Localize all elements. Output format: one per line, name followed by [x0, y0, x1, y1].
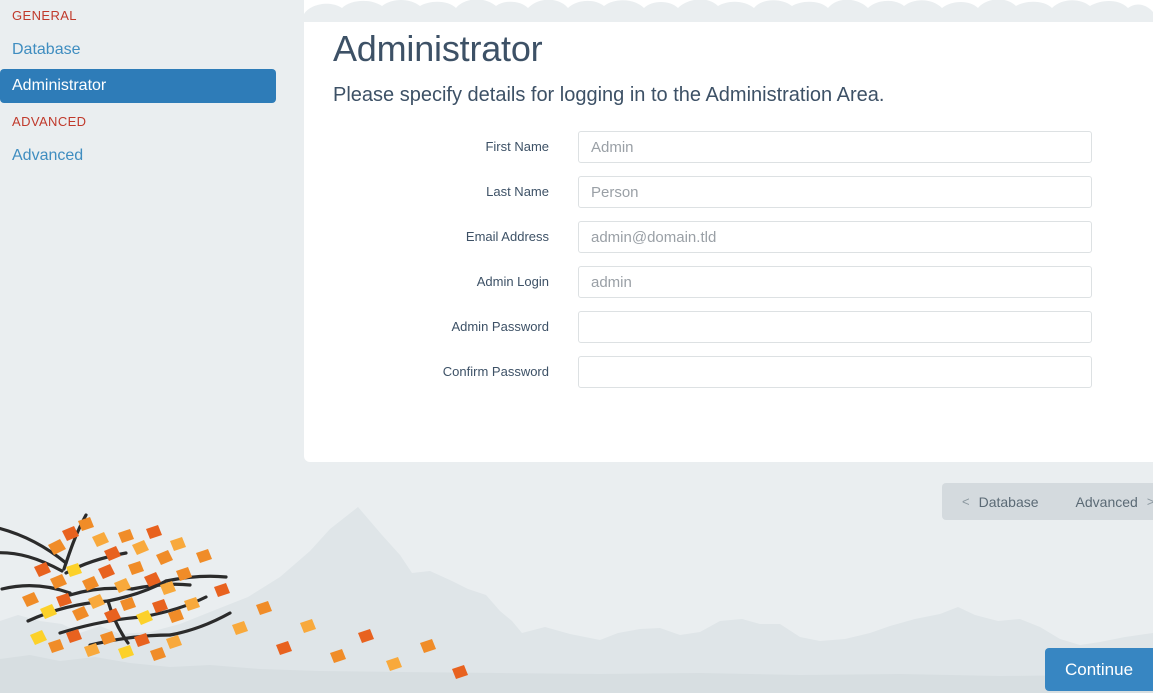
pager-next-button[interactable]: Advanced >	[1072, 492, 1153, 512]
sidebar-item-advanced[interactable]: Advanced	[0, 139, 290, 173]
label-confirm-password: Confirm Password	[442, 364, 549, 379]
administrator-form: First Name Last Name Email Address Admin…	[333, 131, 1121, 388]
installer-window: GENERAL Database Administrator ADVANCED …	[0, 0, 1153, 693]
label-last-name: Last Name	[486, 184, 549, 199]
form-row-last-name: Last Name	[333, 176, 1121, 208]
page-title: Administrator	[333, 28, 543, 69]
chevron-right-icon: >	[1146, 493, 1153, 509]
page-subtitle: Please specify details for logging in to…	[333, 84, 885, 106]
pager-next-label: Advanced	[1075, 493, 1138, 510]
label-first-name: First Name	[485, 139, 549, 154]
admin-login-input[interactable]	[578, 266, 1092, 298]
form-row-confirm-password: Confirm Password	[333, 356, 1121, 388]
continue-button[interactable]: Continue	[1045, 648, 1153, 691]
chevron-left-icon: <	[962, 493, 970, 509]
pager-prev-label: Database	[978, 493, 1039, 510]
sidebar: GENERAL Database Administrator ADVANCED …	[0, 0, 290, 183]
step-pager: < Database Advanced >	[942, 483, 1153, 520]
label-admin-login: Admin Login	[476, 274, 549, 289]
nav-heading-advanced: ADVANCED	[12, 114, 87, 129]
first-name-input[interactable]	[578, 131, 1092, 163]
content-panel: Administrator Please specify details for…	[304, 0, 1153, 462]
last-name-input[interactable]	[578, 176, 1092, 208]
panel-inner: Administrator Please specify details for…	[304, 0, 1153, 388]
sidebar-item-administrator[interactable]: Administrator	[0, 69, 276, 103]
nav-group-general: GENERAL Database Administrator	[0, 7, 290, 103]
label-admin-password: Admin Password	[451, 319, 549, 334]
nav-heading-general: GENERAL	[12, 8, 77, 23]
admin-password-input[interactable]	[578, 311, 1092, 343]
autumn-tree-illustration	[0, 513, 468, 679]
sidebar-item-database[interactable]: Database	[0, 33, 290, 67]
cloud-edge-decoration	[304, 0, 1153, 22]
nav-group-advanced: ADVANCED Advanced	[0, 113, 290, 173]
form-row-admin-login: Admin Login	[333, 266, 1121, 298]
form-row-admin-password: Admin Password	[333, 311, 1121, 343]
form-row-email-address: Email Address	[333, 221, 1121, 253]
form-row-first-name: First Name	[333, 131, 1121, 163]
email-address-input[interactable]	[578, 221, 1092, 253]
confirm-password-input[interactable]	[578, 356, 1092, 388]
background-scenery	[0, 493, 1153, 693]
pager-prev-button[interactable]: < Database	[958, 492, 1043, 512]
label-email-address: Email Address	[465, 229, 549, 244]
